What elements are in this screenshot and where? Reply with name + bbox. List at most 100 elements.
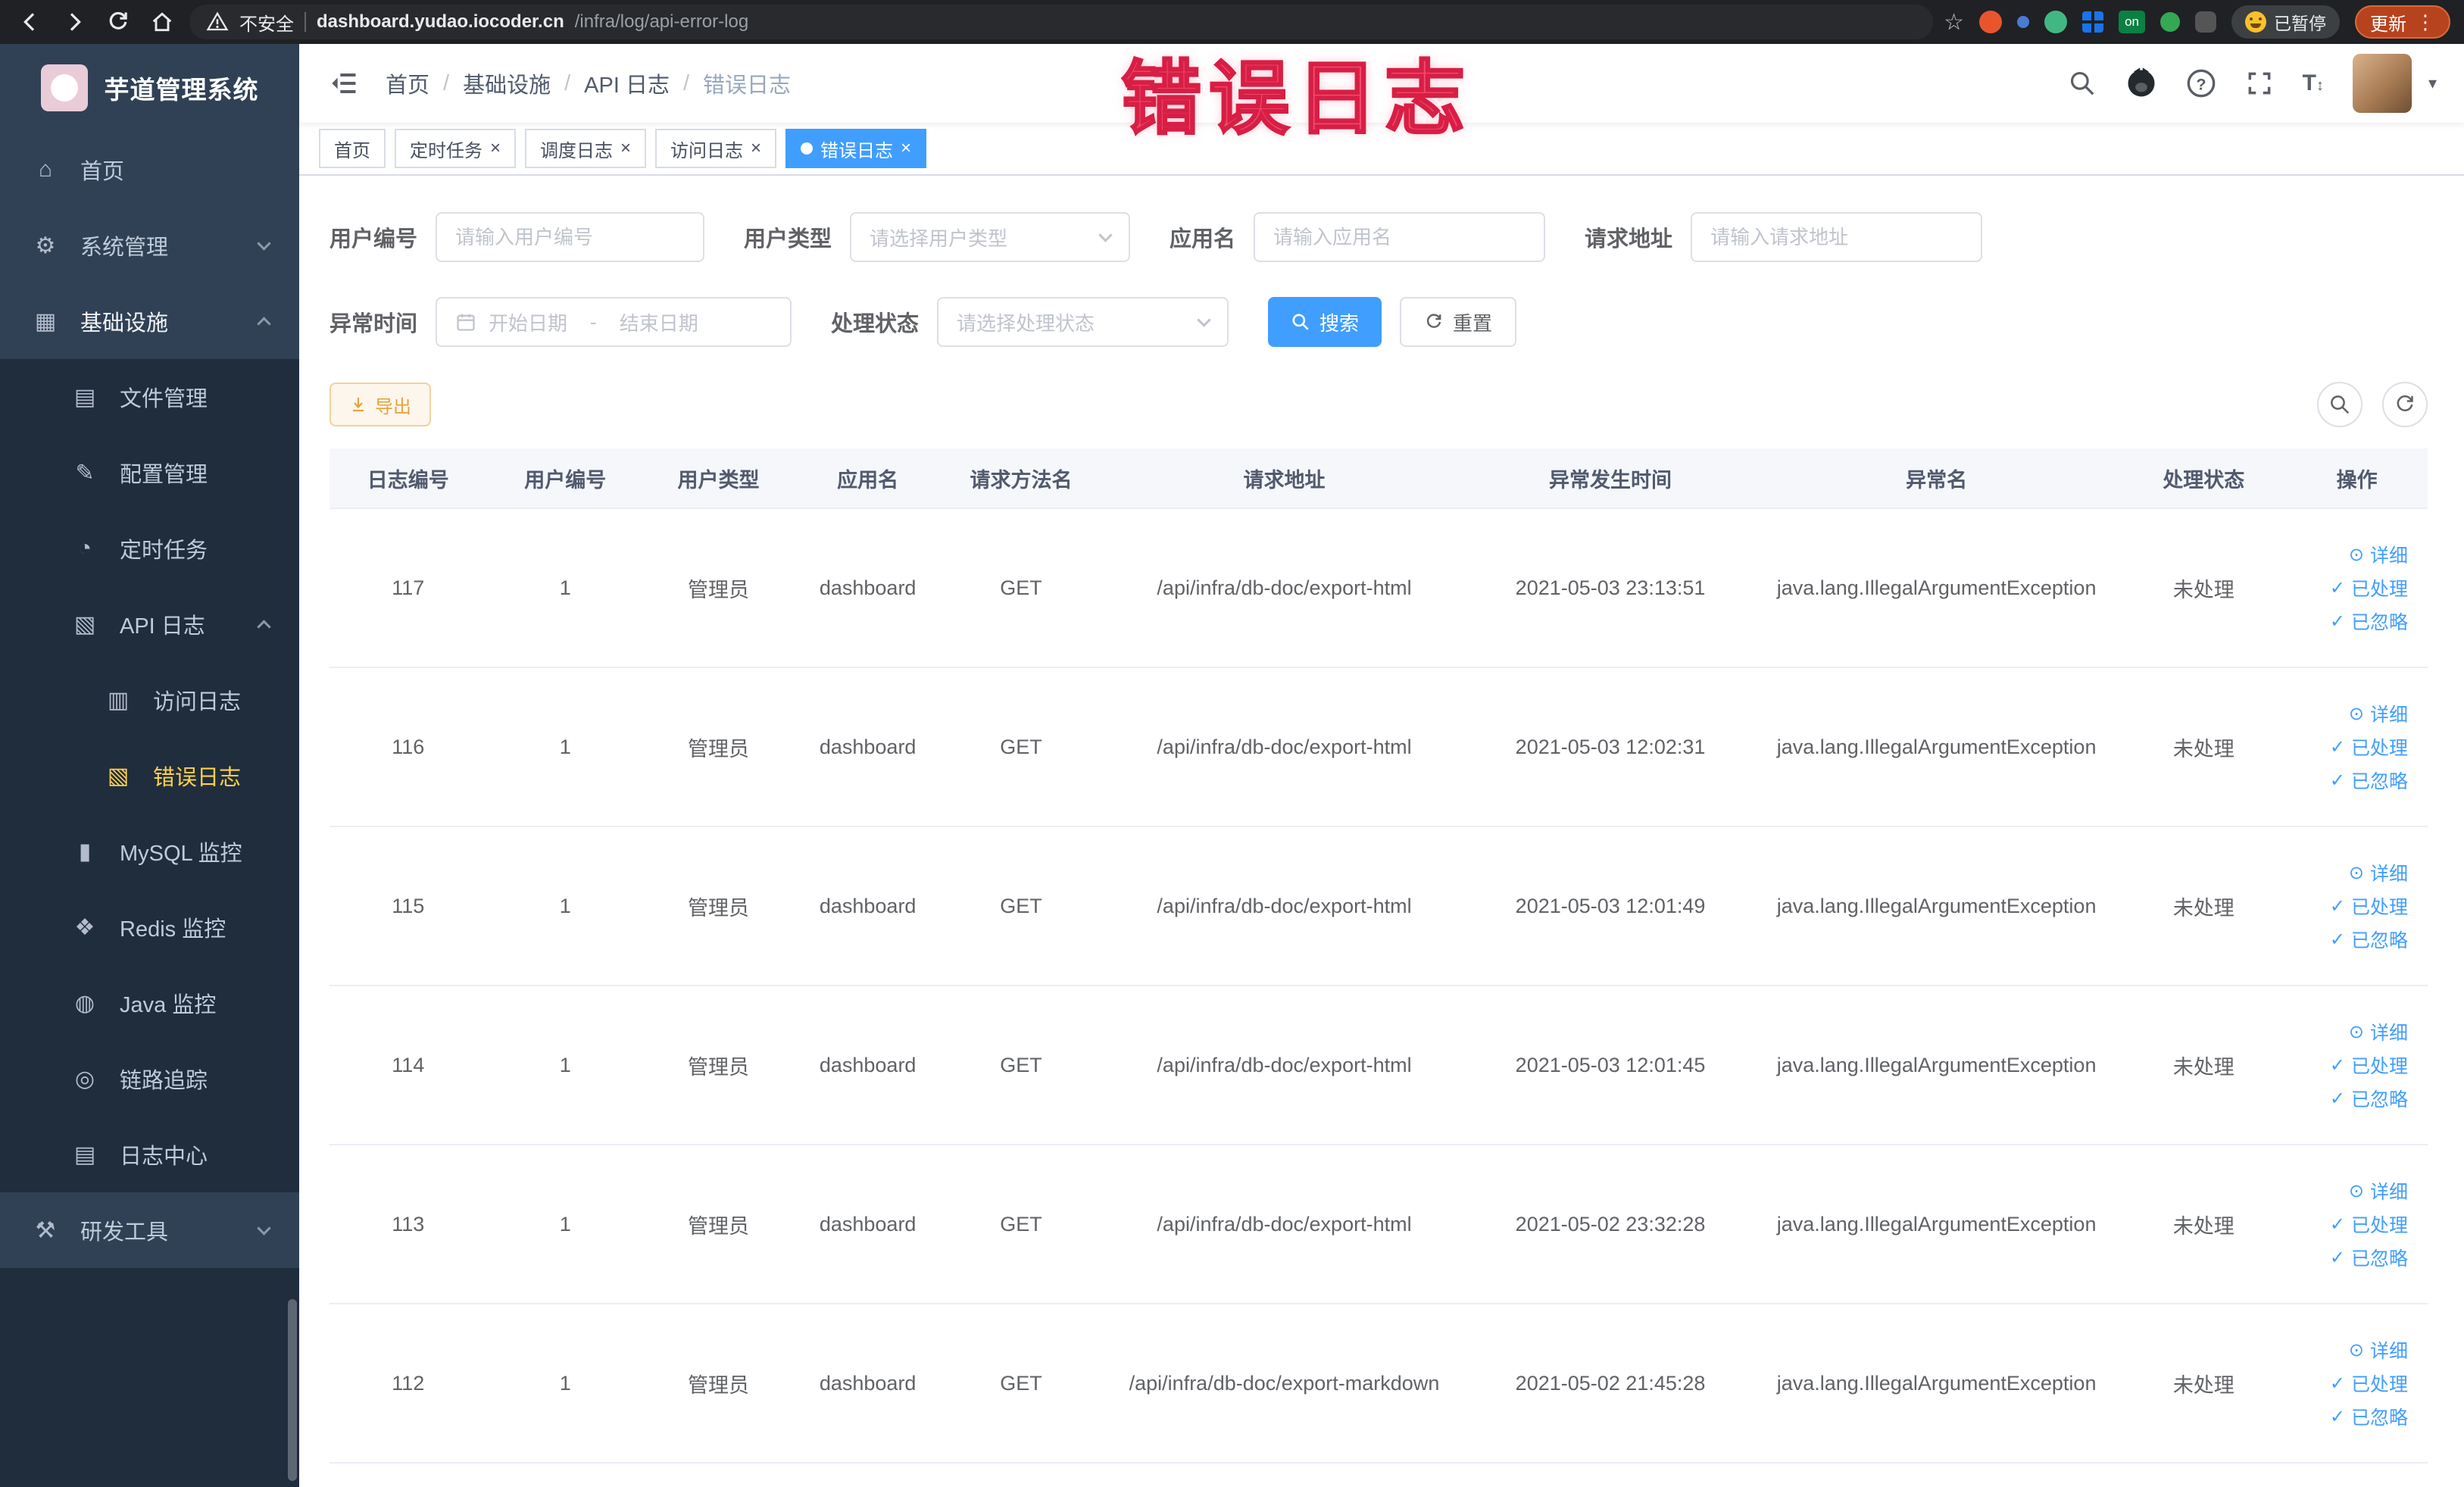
sidebar-item-dev-tools[interactable]: ⚒ 研发工具	[0, 1192, 299, 1268]
detail-link[interactable]: ⊙ 详细	[2349, 1018, 2408, 1045]
update-button[interactable]: 更新 ⋮	[2355, 5, 2450, 39]
detail-link[interactable]: ⊙ 详细	[2349, 700, 2408, 727]
tab-label: 定时任务	[410, 140, 482, 161]
search-button[interactable]: 搜索	[1268, 297, 1382, 347]
vue-devtools-extension-icon[interactable]	[2044, 11, 2068, 33]
font-size-icon[interactable]: T↕	[2303, 70, 2324, 96]
address-bar[interactable]: 不安全 dashboard.yudao.iocoder.cn /infra/lo…	[189, 5, 1934, 39]
cell-log-id: 115	[392, 894, 425, 917]
request-url-input[interactable]	[1691, 212, 1983, 262]
mark-ignored-link[interactable]: ✓ 已忽略	[2330, 1244, 2408, 1271]
mark-processed-link[interactable]: ✓ 已处理	[2330, 574, 2408, 601]
tab-error-log[interactable]: 错误日志 ×	[785, 129, 927, 168]
avatar[interactable]	[2352, 54, 2412, 113]
mark-ignored-link[interactable]: ✓ 已忽略	[2330, 926, 2408, 953]
github-icon[interactable]	[2125, 67, 2157, 99]
sidebar-item-infra[interactable]: ▦ 基础设施	[0, 283, 299, 359]
app-logo[interactable]: 芋道管理系统	[0, 44, 299, 132]
mark-ignored-link[interactable]: ✓ 已忽略	[2330, 608, 2408, 635]
tab-dispatch-log[interactable]: 调度日志 ×	[525, 129, 647, 168]
cell-log-id: 114	[392, 1053, 425, 1076]
extension-icon-grid[interactable]	[2082, 11, 2104, 33]
check-icon: ✓	[2329, 1247, 2345, 1268]
close-icon[interactable]: ×	[751, 138, 761, 159]
refresh-button[interactable]	[2382, 382, 2428, 427]
sidebar-collapse-icon[interactable]	[326, 67, 360, 100]
process-status-select[interactable]: 请选择处理状态	[937, 297, 1229, 347]
sidebar-item-log-center[interactable]: ▤ 日志中心	[0, 1117, 299, 1192]
sidebar-item-redis-monitor[interactable]: ❖ Redis 监控	[0, 889, 299, 965]
exception-time-range-picker[interactable]: 开始日期 - 结束日期	[436, 297, 792, 347]
detail-link[interactable]: ⊙ 详细	[2349, 541, 2408, 568]
search-toggle-button[interactable]	[2317, 382, 2363, 427]
extension-icon-orange[interactable]	[1979, 11, 2003, 33]
sidebar-filler	[0, 1268, 299, 1487]
detail-link[interactable]: ⊙ 详细	[2349, 1177, 2408, 1204]
cell-exception-name: java.lang.IllegalArgumentException	[1776, 894, 2097, 917]
extensions-puzzle-icon[interactable]	[2195, 11, 2216, 33]
user-id-input[interactable]	[436, 212, 705, 262]
mark-processed-link[interactable]: ✓ 已处理	[2330, 1211, 2408, 1238]
mark-ignored-link[interactable]: ✓ 已忽略	[2330, 1403, 2408, 1430]
home-button[interactable]	[145, 5, 179, 39]
detail-link[interactable]: ⊙ 详细	[2349, 859, 2408, 886]
active-dot	[801, 142, 814, 155]
back-button[interactable]	[14, 5, 47, 39]
refresh-icon	[1427, 314, 1441, 328]
sidebar-item-config-manage[interactable]: ✎ 配置管理	[0, 435, 299, 511]
end-date-placeholder[interactable]: 结束日期	[620, 308, 698, 336]
column-header-actions: 操作	[2336, 468, 2378, 492]
breadcrumb-item[interactable]: API 日志	[584, 67, 670, 99]
sidebar-item-label: 系统管理	[80, 236, 169, 260]
mark-ignored-link[interactable]: ✓ 已忽略	[2330, 767, 2408, 794]
close-icon[interactable]: ×	[490, 138, 501, 159]
tab-scheduled-job[interactable]: 定时任务 ×	[395, 129, 517, 168]
caret-down-icon[interactable]: ▾	[2428, 73, 2437, 93]
app-name-input[interactable]	[1254, 212, 1546, 262]
user-type-select[interactable]: 请选择用户类型	[850, 212, 1131, 262]
breadcrumb-separator: /	[443, 70, 450, 95]
paused-badge[interactable]: 已暂停	[2231, 5, 2340, 39]
start-date-placeholder[interactable]: 开始日期	[489, 308, 567, 336]
tab-access-log[interactable]: 访问日志 ×	[655, 129, 777, 168]
app-name-label: 应用名	[1170, 227, 1236, 251]
table-header: 日志编号 用户编号 用户类型 应用名 请求方法名 请求地址 异常发生时间 异常名…	[329, 448, 2428, 509]
search-icon[interactable]	[2068, 69, 2097, 98]
check-icon: ✓	[2329, 611, 2345, 632]
sidebar-item-api-log[interactable]: ▧ API 日志	[0, 586, 299, 662]
breadcrumb-item[interactable]: 基础设施	[463, 67, 551, 99]
sidebar-item-mysql-monitor[interactable]: ▮ MySQL 监控	[0, 814, 299, 889]
eye-icon: ⊙	[2348, 1021, 2364, 1042]
close-icon[interactable]: ×	[620, 138, 631, 159]
mark-processed-link[interactable]: ✓ 已处理	[2330, 1051, 2408, 1079]
sidebar-item-error-log[interactable]: ▧ 错误日志	[0, 738, 299, 814]
close-icon[interactable]: ×	[901, 138, 911, 159]
mark-processed-link[interactable]: ✓ 已处理	[2330, 892, 2408, 920]
sidebar-scrollbar[interactable]	[288, 1299, 297, 1481]
sidebar-item-file-manage[interactable]: ▤ 文件管理	[0, 359, 299, 435]
breadcrumb-item[interactable]: 首页	[386, 67, 429, 99]
mark-ignored-link[interactable]: ✓ 已忽略	[2330, 1085, 2408, 1112]
detail-link[interactable]: ⊙ 详细	[2349, 1336, 2408, 1364]
tab-home[interactable]: 首页	[319, 129, 386, 168]
sidebar-item-java-monitor[interactable]: ◍ Java 监控	[0, 965, 299, 1041]
fullscreen-icon[interactable]	[2245, 69, 2274, 98]
bookmark-star-icon[interactable]: ☆	[1944, 9, 1964, 36]
extension-icon-blue-dot[interactable]	[2017, 16, 2030, 28]
mark-processed-link[interactable]: ✓ 已处理	[2330, 1370, 2408, 1397]
mark-processed-link[interactable]: ✓ 已处理	[2330, 733, 2408, 761]
sidebar-item-scheduled-job[interactable]: ◔ 定时任务	[0, 511, 299, 586]
log-icon: ▧	[73, 611, 96, 637]
export-button[interactable]: 导出	[329, 383, 431, 426]
sidebar-item-trace[interactable]: ◎ 链路追踪	[0, 1041, 299, 1117]
reload-button[interactable]	[101, 5, 135, 39]
sidebar-item-home[interactable]: ⌂ 首页	[0, 132, 299, 208]
cell-exception-time: 2021-05-03 12:02:31	[1515, 735, 1706, 758]
extension-on-badge[interactable]: on	[2119, 11, 2145, 33]
reset-button[interactable]: 重置	[1400, 297, 1517, 347]
extension-icon-green[interactable]	[2160, 12, 2180, 32]
forward-button[interactable]	[58, 5, 91, 39]
sidebar-item-access-log[interactable]: ▥ 访问日志	[0, 662, 299, 738]
help-icon[interactable]: ?	[2186, 68, 2216, 98]
sidebar-item-system[interactable]: ⚙ 系统管理	[0, 208, 299, 283]
